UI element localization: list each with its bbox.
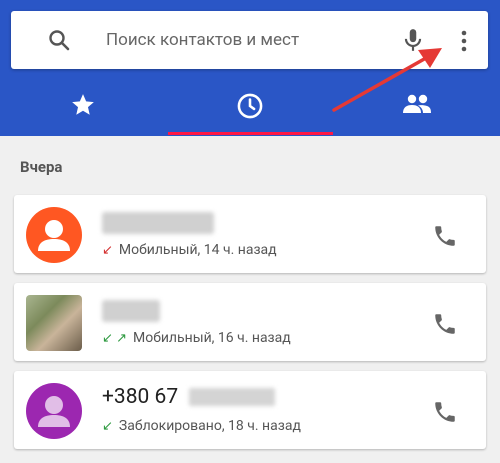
tab-favorites[interactable] [0,70,166,136]
more-options-icon[interactable] [452,28,476,54]
search-icon[interactable] [47,28,71,52]
call-log-item[interactable]: +380 67 ↙ Заблокировано, 18 ч. назад [14,371,486,449]
search-bar[interactable]: Поиск контактов и мест [11,11,488,69]
star-icon [72,94,94,115]
call-details: ↙ Мобильный, 14 ч. назад [102,242,277,258]
phone-call-icon[interactable] [432,399,458,425]
missed-call-icon: ↙ [102,243,113,258]
person-placeholder-icon [38,220,70,251]
avatar [26,207,82,263]
section-title: Вчера [20,158,63,176]
tab-recent[interactable] [167,70,333,136]
app-header: Поиск контактов и мест [0,0,500,136]
call-details: ↙ ↗ Мобильный, 16 ч. назад [102,330,291,346]
contact-name-redacted [102,212,214,234]
avatar [26,295,82,351]
tab-bar [0,70,500,136]
call-log-item[interactable]: ↙ Мобильный, 14 ч. назад [14,195,486,273]
incoming-outgoing-call-icon: ↙ ↗ [102,331,128,346]
clock-icon [237,93,263,119]
call-log-item[interactable]: ↙ ↗ Мобильный, 16 ч. назад [14,283,486,361]
active-tab-indicator [168,132,333,135]
phone-call-icon[interactable] [432,311,458,337]
tab-contacts[interactable] [334,70,500,136]
microphone-icon[interactable] [400,27,426,53]
people-icon [403,94,431,113]
number-redacted [189,388,276,407]
avatar [26,383,82,439]
incoming-call-icon: ↙ [102,419,113,434]
person-placeholder-icon [38,396,70,427]
contact-name-redacted [102,300,160,322]
contact-number: +380 67 [102,385,276,409]
search-placeholder[interactable]: Поиск контактов и мест [106,30,299,50]
phone-call-icon[interactable] [432,223,458,249]
call-details: ↙ Заблокировано, 18 ч. назад [102,418,301,434]
